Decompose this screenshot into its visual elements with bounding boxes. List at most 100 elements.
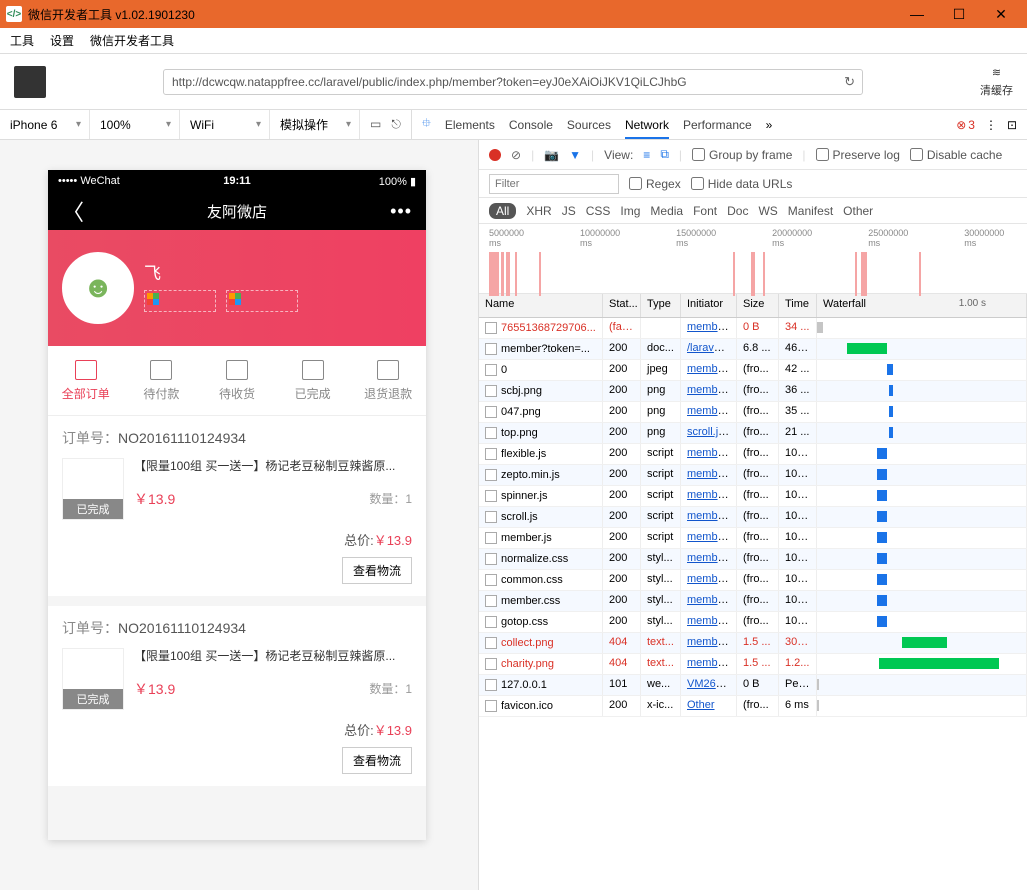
type-filter-img[interactable]: Img <box>620 204 640 218</box>
network-row[interactable]: member.css200styl...member...(fro...109.… <box>479 591 1027 612</box>
devtools-tabs: ⯐ Elements Console Sources Network Perfo… <box>411 110 1027 139</box>
product-title: 【限量100组 买一送一】杨记老豆秘制豆辣酱原... <box>134 648 412 665</box>
network-row[interactable]: common.css200styl...member...(fro...109.… <box>479 570 1027 591</box>
order-tab[interactable]: 全部订单 <box>48 346 124 415</box>
carrier-label: ••••• WeChat <box>58 175 120 187</box>
tab-sources[interactable]: Sources <box>567 118 611 132</box>
back-icon[interactable]: 〈 <box>62 195 84 227</box>
type-filter-media[interactable]: Media <box>650 204 683 218</box>
product-image[interactable]: 已完成 <box>62 648 124 710</box>
regex-checkbox[interactable]: Regex <box>629 177 681 191</box>
menu-wechat-devtools[interactable]: 微信开发者工具 <box>90 32 174 49</box>
devtools-menu-icon[interactable]: ⋮ <box>985 118 997 132</box>
network-row[interactable]: member?token=...200doc.../laravel/...6.8… <box>479 339 1027 360</box>
type-filter-doc[interactable]: Doc <box>727 204 748 218</box>
toolbar: ↻ ≋ 清缓存 <box>0 54 1027 110</box>
network-select[interactable]: WiFi <box>180 110 270 139</box>
window-titlebar: </> 微信开发者工具 v1.02.1901230 — ☐ ✕ <box>0 0 1027 28</box>
product-price: ￥13.9 <box>134 489 175 509</box>
order-total: 总价:￥13.9 <box>62 530 412 549</box>
broken-image-icon <box>226 290 298 312</box>
clear-icon[interactable]: ⊘ <box>511 148 521 162</box>
type-filter-manifest[interactable]: Manifest <box>788 204 833 218</box>
order-list[interactable]: 订单号：NO20161110124934已完成【限量100组 买一送一】杨记老豆… <box>48 416 426 840</box>
zoom-select[interactable]: 100% <box>90 110 180 139</box>
dock-icon[interactable]: ⊡ <box>1007 118 1017 132</box>
mock-select[interactable]: 模拟操作 <box>270 110 360 139</box>
page-title: 友阿微店 <box>207 201 267 222</box>
minimize-button[interactable]: — <box>897 2 937 26</box>
network-table-body[interactable]: 76551368729706...(fail...member...0 B34 … <box>479 318 1027 890</box>
network-row[interactable]: gotop.css200styl...member...(fro...109..… <box>479 612 1027 633</box>
type-filter-css[interactable]: CSS <box>586 204 611 218</box>
cut-icon[interactable]: ⎋ <box>391 117 401 132</box>
view-overview-icon[interactable]: ⧉ <box>660 147 669 162</box>
view-large-icon[interactable]: ≡ <box>643 148 650 162</box>
rotate-icon[interactable]: ▭ <box>370 117 381 132</box>
type-filter-xhr[interactable]: XHR <box>526 204 551 218</box>
network-row[interactable]: 047.png200pngmember...(fro...35 ... <box>479 402 1027 423</box>
menu-settings[interactable]: 设置 <box>50 32 74 49</box>
network-row[interactable]: normalize.css200styl...member...(fro...1… <box>479 549 1027 570</box>
device-model-select[interactable]: iPhone 6 <box>0 110 90 139</box>
network-row[interactable]: charity.png404text...member...1.5 ...1.2… <box>479 654 1027 675</box>
network-row[interactable]: top.png200pngscroll.js:32(fro...21 ... <box>479 423 1027 444</box>
col-waterfall[interactable]: Waterfall1.00 s <box>817 294 1027 317</box>
filter-input[interactable] <box>489 174 619 194</box>
record-button[interactable] <box>489 149 501 161</box>
network-row[interactable]: spinner.js200scriptmember...(fro...109..… <box>479 486 1027 507</box>
order-number: 订单号：NO20161110124934 <box>62 618 412 638</box>
network-row[interactable]: 0200jpegmember...(fro...42 ... <box>479 360 1027 381</box>
logistics-button[interactable]: 查看物流 <box>342 557 412 584</box>
disable-cache-checkbox[interactable]: Disable cache <box>910 148 1002 162</box>
user-header: ☻ 飞 <box>48 230 426 346</box>
inspect-icon[interactable]: ⯐ <box>422 114 431 135</box>
reload-icon[interactable]: ↻ <box>844 74 855 90</box>
status-bar: ••••• WeChat 19:11 100% ▮ <box>48 170 426 192</box>
timeline-overview[interactable]: 5000000 ms10000000 ms15000000 ms20000000… <box>479 224 1027 294</box>
product-image[interactable]: 已完成 <box>62 458 124 520</box>
hide-data-urls-checkbox[interactable]: Hide data URLs <box>691 177 793 191</box>
tab-elements[interactable]: Elements <box>445 118 495 132</box>
network-row[interactable]: zepto.min.js200scriptmember...(fro...109… <box>479 465 1027 486</box>
network-row[interactable]: scroll.js200scriptmember...(fro...109... <box>479 507 1027 528</box>
network-row[interactable]: favicon.ico200x-ic...Other(fro...6 ms <box>479 696 1027 717</box>
menu-tools[interactable]: 工具 <box>10 32 34 49</box>
order-tab[interactable]: 待收货 <box>199 346 275 415</box>
tab-network[interactable]: Network <box>625 118 669 139</box>
tab-performance[interactable]: Performance <box>683 118 752 132</box>
broken-image-icon <box>144 290 216 312</box>
group-by-frame-checkbox[interactable]: Group by frame <box>692 148 792 162</box>
type-filter-ws[interactable]: WS <box>758 204 777 218</box>
type-filter-js[interactable]: JS <box>562 204 576 218</box>
tab-console[interactable]: Console <box>509 118 553 132</box>
network-row[interactable]: member.js200scriptmember...(fro...109... <box>479 528 1027 549</box>
type-filter-font[interactable]: Font <box>693 204 717 218</box>
simulator-pane: ••••• WeChat 19:11 100% ▮ 〈 友阿微店 ••• ☻ 飞… <box>0 140 478 890</box>
network-row[interactable]: scbj.png200pngmember...(fro...36 ... <box>479 381 1027 402</box>
network-row[interactable]: 127.0.0.1101we...VM2633:10 BPen... <box>479 675 1027 696</box>
preserve-log-checkbox[interactable]: Preserve log <box>816 148 900 162</box>
user-avatar[interactable] <box>14 66 46 98</box>
logistics-button[interactable]: 查看物流 <box>342 747 412 774</box>
more-icon[interactable]: ••• <box>390 201 412 222</box>
filter-icon[interactable]: ▼ <box>569 148 581 162</box>
network-row[interactable]: flexible.js200scriptmember...(fro...109.… <box>479 444 1027 465</box>
clear-cache-button[interactable]: ≋ 清缓存 <box>980 66 1013 98</box>
camera-icon[interactable]: 📷 <box>544 148 559 162</box>
order-tab[interactable]: 已完成 <box>275 346 351 415</box>
url-input[interactable] <box>163 69 863 95</box>
type-filter-all[interactable]: All <box>489 203 516 219</box>
close-button[interactable]: ✕ <box>981 2 1021 26</box>
order-total: 总价:￥13.9 <box>62 720 412 739</box>
product-title: 【限量100组 买一送一】杨记老豆秘制豆辣酱原... <box>134 458 412 475</box>
tabs-overflow-icon[interactable]: » <box>766 118 773 132</box>
type-filter-other[interactable]: Other <box>843 204 873 218</box>
order-tab[interactable]: 待付款 <box>124 346 200 415</box>
network-row[interactable]: collect.png404text...member...1.5 ...306… <box>479 633 1027 654</box>
maximize-button[interactable]: ☐ <box>939 2 979 26</box>
network-row[interactable]: 76551368729706...(fail...member...0 B34 … <box>479 318 1027 339</box>
order-tab[interactable]: 退货退款 <box>350 346 426 415</box>
member-avatar[interactable]: ☻ <box>62 252 134 324</box>
error-count[interactable]: ⊗3 <box>956 118 975 132</box>
